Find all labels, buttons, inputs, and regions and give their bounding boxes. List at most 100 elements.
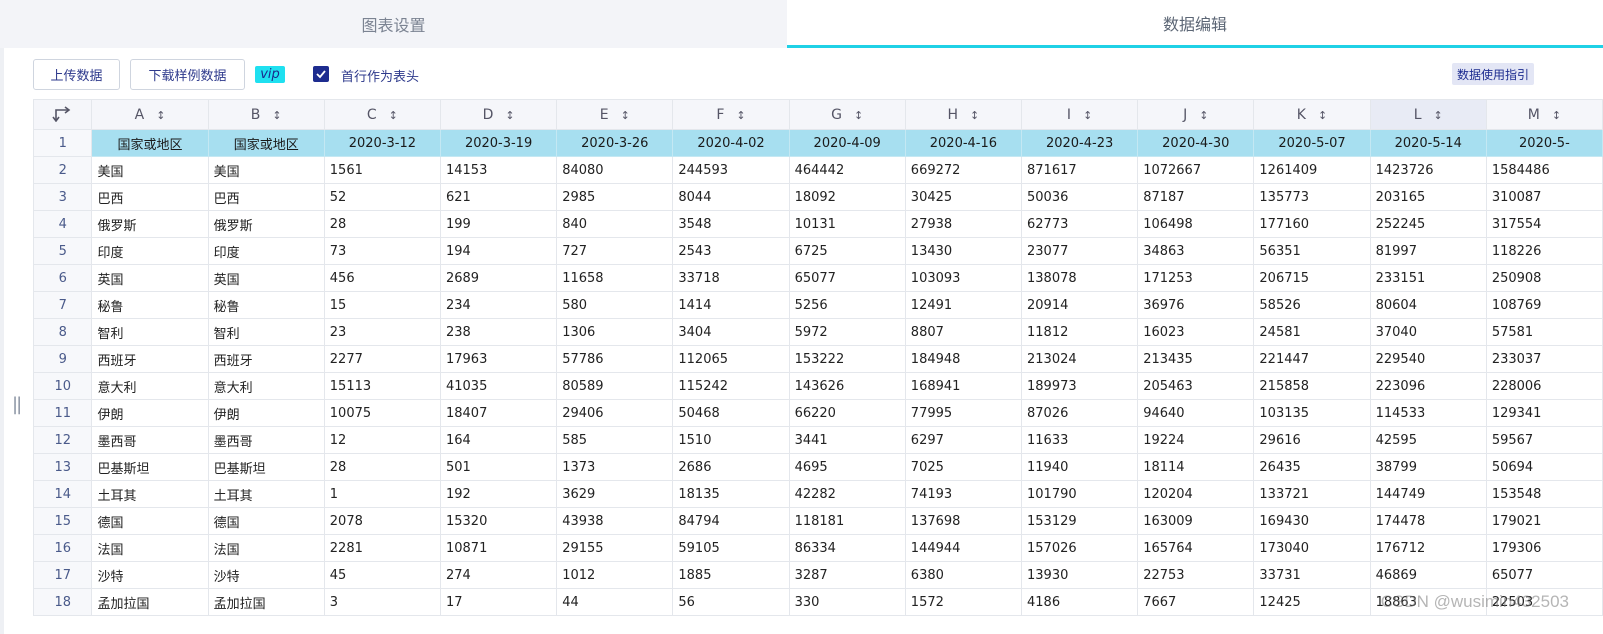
table-cell[interactable]: 103093 (904, 264, 1023, 292)
row-number[interactable]: 12 (33, 426, 93, 454)
table-cell[interactable]: 4186 (1020, 588, 1139, 616)
table-cell[interactable]: 50036 (1020, 183, 1139, 211)
table-cell[interactable]: 189973 (1020, 372, 1139, 400)
table-cell[interactable]: 621 (439, 183, 558, 211)
table-cell[interactable]: 5256 (788, 291, 906, 319)
table-cell[interactable]: 巴基斯坦 (207, 453, 325, 481)
table-cell[interactable]: 2543 (672, 237, 790, 265)
column-header-e[interactable]: E ↕ (556, 99, 674, 130)
table-cell[interactable]: 206715 (1253, 264, 1371, 292)
sort-icon[interactable]: ↕ (272, 109, 281, 122)
column-header-h[interactable]: H ↕ (904, 99, 1023, 130)
table-cell[interactable]: 317554 (1485, 210, 1603, 238)
table-cell[interactable]: 37040 (1369, 318, 1487, 346)
table-cell[interactable]: 英国 (207, 264, 325, 292)
table-cell[interactable]: 英国 (91, 264, 209, 292)
table-cell[interactable]: 11812 (1020, 318, 1139, 346)
table-cell[interactable]: 38799 (1369, 453, 1487, 481)
table-cell[interactable]: 印度 (207, 237, 325, 265)
column-header-g[interactable]: G ↕ (788, 99, 906, 130)
header-cell[interactable]: 2020-3-26 (556, 129, 674, 157)
header-cell[interactable]: 2020-5-14 (1369, 129, 1487, 157)
table-cell[interactable]: 2686 (672, 453, 790, 481)
table-cell[interactable]: 孟加拉国 (207, 588, 325, 616)
table-cell[interactable]: 巴基斯坦 (91, 453, 209, 481)
table-cell[interactable]: 177160 (1253, 210, 1371, 238)
table-cell[interactable]: 墨西哥 (207, 426, 325, 454)
table-cell[interactable]: 234 (439, 291, 558, 319)
row-number[interactable]: 17 (33, 561, 93, 589)
table-cell[interactable]: 77995 (904, 399, 1023, 427)
table-cell[interactable]: 1012 (556, 561, 674, 589)
table-cell[interactable]: 6725 (788, 237, 906, 265)
table-cell[interactable]: 23077 (1020, 237, 1139, 265)
table-cell[interactable]: 223096 (1369, 372, 1487, 400)
table-cell[interactable]: 57786 (556, 345, 674, 373)
table-cell[interactable]: 30425 (904, 183, 1023, 211)
header-cell[interactable]: 2020-4-16 (904, 129, 1023, 157)
row-number[interactable]: 14 (33, 480, 93, 508)
table-cell[interactable]: 86334 (788, 534, 906, 562)
header-cell[interactable]: 2020-5-07 (1253, 129, 1371, 157)
table-cell[interactable]: 1885 (672, 561, 790, 589)
upload-data-button[interactable]: 上传数据 (33, 59, 120, 90)
table-cell[interactable]: 310087 (1485, 183, 1603, 211)
table-cell[interactable]: 44 (556, 588, 674, 616)
table-cell[interactable]: 501 (439, 453, 558, 481)
table-cell[interactable]: 34863 (1137, 237, 1255, 265)
table-cell[interactable]: 36976 (1137, 291, 1255, 319)
row-number[interactable]: 16 (33, 534, 93, 562)
table-cell[interactable]: 171253 (1137, 264, 1255, 292)
table-cell[interactable]: 1414 (672, 291, 790, 319)
header-cell[interactable]: 2020-5- (1485, 129, 1603, 157)
table-cell[interactable]: 112065 (672, 345, 790, 373)
row-number[interactable]: 13 (33, 453, 93, 481)
table-cell[interactable]: 580 (556, 291, 674, 319)
table-cell[interactable]: 157026 (1020, 534, 1139, 562)
table-cell[interactable]: 108769 (1485, 291, 1603, 319)
table-cell[interactable]: 43938 (556, 507, 674, 535)
table-cell[interactable]: 12 (323, 426, 441, 454)
sort-icon[interactable]: ↕ (1434, 109, 1443, 122)
table-cell[interactable]: 138078 (1020, 264, 1139, 292)
header-cell[interactable]: 国家或地区 (91, 129, 209, 157)
table-cell[interactable]: 52 (323, 183, 441, 211)
table-cell[interactable]: 120204 (1137, 480, 1255, 508)
sort-icon[interactable]: ↕ (621, 109, 630, 122)
table-cell[interactable]: 意大利 (207, 372, 325, 400)
table-cell[interactable]: 727 (556, 237, 674, 265)
table-cell[interactable]: 11658 (556, 264, 674, 292)
table-cell[interactable]: 12491 (904, 291, 1023, 319)
table-cell[interactable]: 199 (439, 210, 558, 238)
table-cell[interactable]: 169430 (1253, 507, 1371, 535)
tab-chart-settings[interactable]: 图表设置 (0, 0, 787, 48)
table-cell[interactable]: 1584486 (1485, 156, 1603, 184)
column-header-c[interactable]: C ↕ (323, 99, 441, 130)
table-cell[interactable]: 11940 (1020, 453, 1139, 481)
table-cell[interactable]: 57581 (1485, 318, 1603, 346)
table-cell[interactable]: 135773 (1253, 183, 1371, 211)
table-cell[interactable]: 沙特 (91, 561, 209, 589)
table-cell[interactable]: 250908 (1485, 264, 1603, 292)
table-cell[interactable]: 西班牙 (91, 345, 209, 373)
table-cell[interactable]: 18407 (439, 399, 558, 427)
table-cell[interactable]: 29155 (556, 534, 674, 562)
table-cell[interactable]: 33731 (1253, 561, 1371, 589)
table-cell[interactable]: 1572 (904, 588, 1023, 616)
table-cell[interactable]: 153222 (788, 345, 906, 373)
table-cell[interactable]: 24581 (1253, 318, 1371, 346)
table-cell[interactable]: 俄罗斯 (207, 210, 325, 238)
table-cell[interactable]: 59567 (1485, 426, 1603, 454)
table-cell[interactable]: 58526 (1253, 291, 1371, 319)
table-cell[interactable]: 智利 (207, 318, 325, 346)
table-cell[interactable]: 印度 (91, 237, 209, 265)
table-cell[interactable]: 221447 (1253, 345, 1371, 373)
table-cell[interactable]: 118181 (788, 507, 906, 535)
data-guide-button[interactable]: 数据使用指引 (1452, 63, 1535, 85)
table-cell[interactable]: 87187 (1137, 183, 1255, 211)
column-header-f[interactable]: F ↕ (672, 99, 790, 130)
column-header-b[interactable]: B ↕ (207, 99, 325, 130)
table-cell[interactable]: 233037 (1485, 345, 1603, 373)
table-cell[interactable]: 3404 (672, 318, 790, 346)
table-cell[interactable]: 42595 (1369, 426, 1487, 454)
